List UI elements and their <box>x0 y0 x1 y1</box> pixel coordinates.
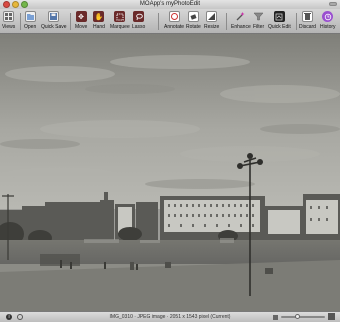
rotate-label: Rotate <box>186 24 201 30</box>
app-window: MOApp's myPhotoEdit Views Open Quick Sav… <box>0 0 340 322</box>
hand-icon: ✋ <box>93 11 105 22</box>
quick-save-button[interactable]: Quick Save <box>41 11 67 31</box>
open-icon <box>24 11 36 22</box>
photo-image <box>0 34 340 311</box>
window-title: MOApp's myPhotoEdit <box>139 1 201 7</box>
lasso-label: Lasso <box>132 24 146 30</box>
resize-label: Resize <box>204 24 220 30</box>
toolbar-separator <box>226 13 227 30</box>
move-tool-button[interactable]: ✥ Move <box>75 11 87 31</box>
photo-canvas[interactable] <box>0 34 340 311</box>
rotate-button[interactable]: Rotate <box>186 11 201 31</box>
toolbar-separator <box>20 13 21 30</box>
enhance-icon <box>235 11 246 22</box>
enhance-label: Enhance <box>231 24 251 30</box>
filter-icon <box>253 11 264 22</box>
views-label: Views <box>2 24 16 30</box>
discard-label: Discard <box>299 24 316 30</box>
lasso-tool-button[interactable]: Lasso <box>132 11 145 31</box>
title-bar: MOApp's myPhotoEdit <box>0 0 340 9</box>
annotate-button[interactable]: Annotate <box>164 11 184 31</box>
marquee-icon <box>114 11 126 22</box>
quick-save-icon <box>48 11 60 22</box>
filter-button[interactable]: Filter <box>253 11 264 31</box>
resize-icon <box>206 11 218 22</box>
history-label: History <box>320 24 336 30</box>
toolbar-separator <box>70 13 71 30</box>
status-bar: i IMG_0310 · JPEG image · 2051 x 1543 pi… <box>0 311 340 322</box>
marquee-tool-button[interactable]: Marquee <box>110 11 130 31</box>
toolbar-separator <box>158 13 159 30</box>
quick-edit-label: Quick Edit <box>268 24 291 30</box>
filter-label: Filter <box>253 24 265 30</box>
zoom-out-icon[interactable] <box>273 315 278 320</box>
views-button[interactable]: Views <box>2 11 15 31</box>
zoom-slider-knob[interactable] <box>295 314 300 319</box>
open-label: Open <box>24 24 37 30</box>
hand-tool-button[interactable]: ✋ Hand <box>93 11 105 31</box>
move-icon: ✥ <box>75 11 87 22</box>
resize-button[interactable]: Resize <box>204 11 219 31</box>
toolbar-toggle-button[interactable] <box>329 2 337 6</box>
toolbar: Views Open Quick Save ✥ Move ✋ Hand Marq… <box>0 9 340 34</box>
discard-button[interactable]: Discard <box>299 11 316 31</box>
views-icon <box>3 11 15 22</box>
quick-save-label: Quick Save <box>41 24 67 30</box>
history-icon <box>322 11 334 22</box>
quick-edit-button[interactable]: Quick Edit <box>268 11 291 31</box>
quick-edit-icon <box>273 11 285 22</box>
zoom-in-icon[interactable] <box>328 313 335 320</box>
open-button[interactable]: Open <box>24 11 36 31</box>
toolbar-separator <box>296 13 297 30</box>
marquee-label: Marquee <box>110 24 130 30</box>
enhance-button[interactable]: Enhance <box>231 11 251 31</box>
discard-icon <box>301 11 313 22</box>
rotate-icon <box>187 11 199 22</box>
lasso-icon <box>133 11 145 22</box>
zoom-slider[interactable] <box>281 314 325 319</box>
annotate-label: Annotate <box>164 24 185 30</box>
annotate-icon <box>168 11 180 22</box>
move-label: Move <box>75 24 88 30</box>
history-button[interactable]: History <box>320 11 336 31</box>
hand-label: Hand <box>93 24 105 30</box>
